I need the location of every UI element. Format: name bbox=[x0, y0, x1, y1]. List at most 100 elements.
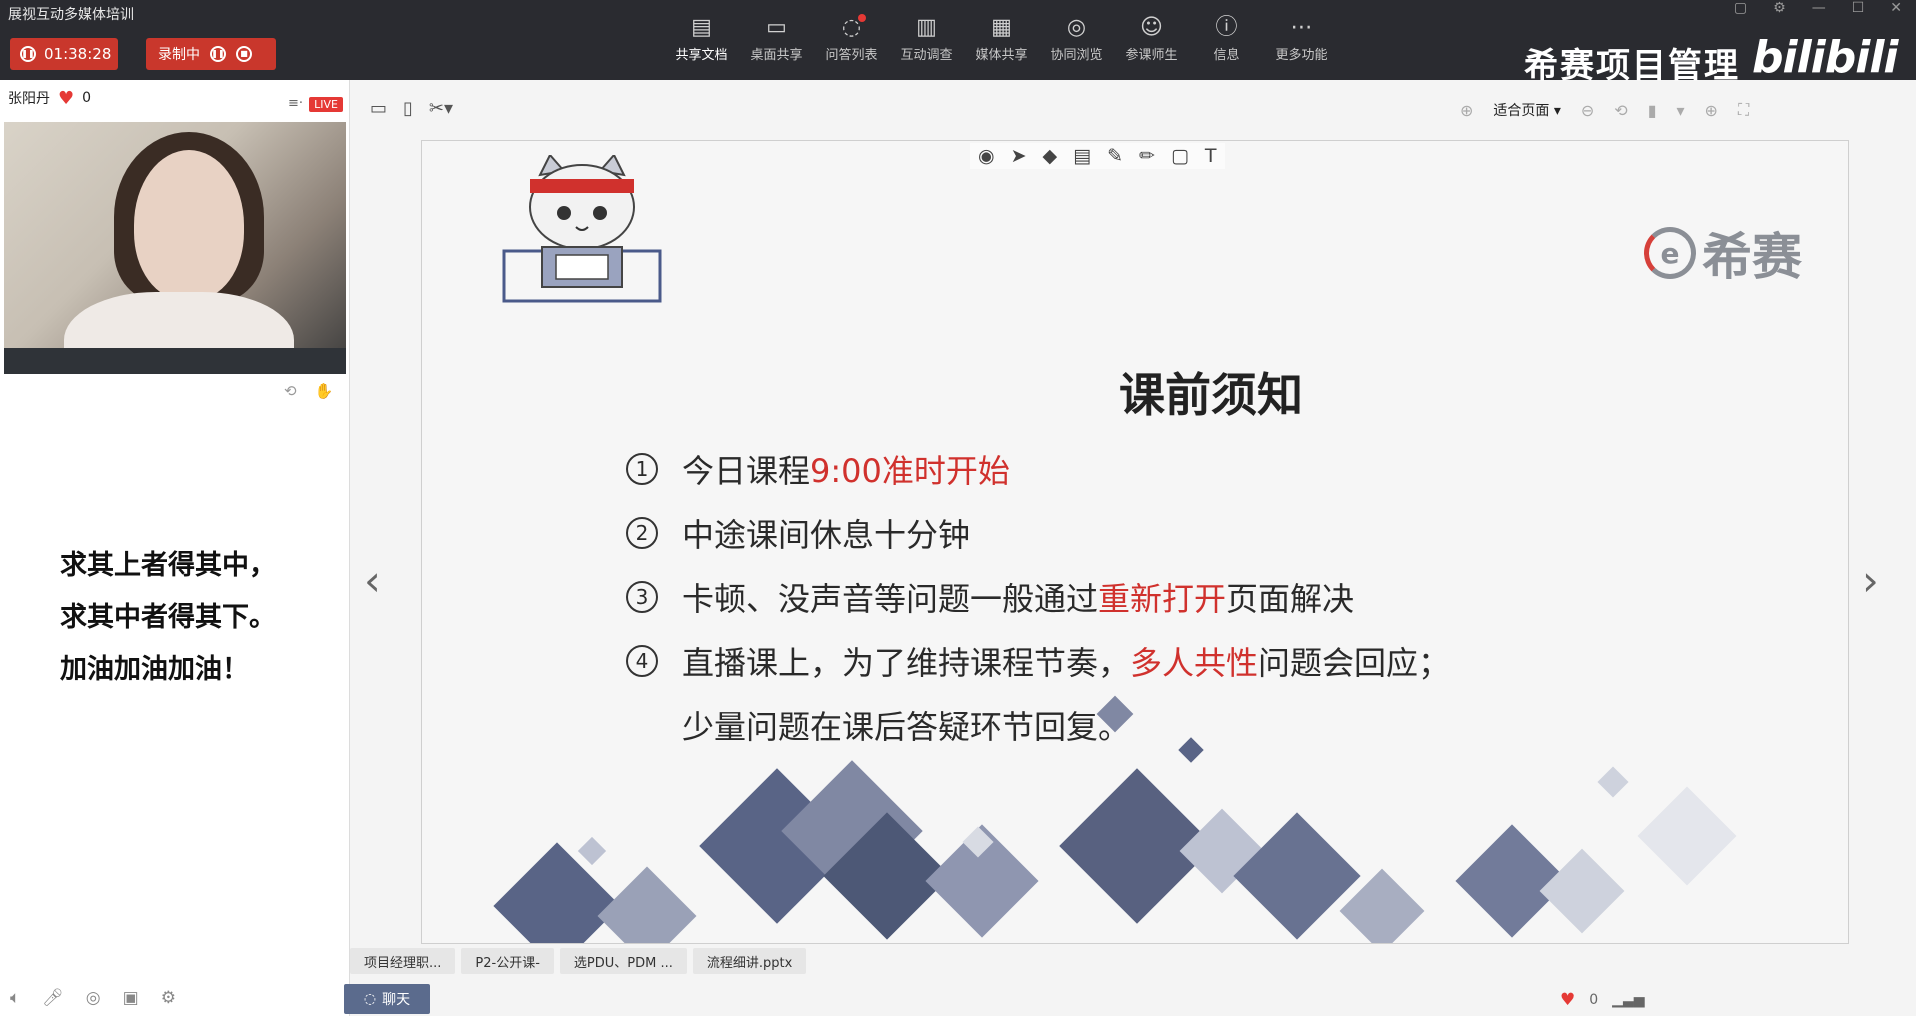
timer-button[interactable]: ❚❚ 01:38:28 bbox=[10, 38, 118, 70]
highlighter-icon[interactable]: ✎ bbox=[1107, 145, 1123, 167]
item-text: 卡顿、没声音等问题一般通过 bbox=[682, 580, 1099, 618]
slide-canvas[interactable]: ◉ ➤ ◆ ▤ ✎ ✏ ▢ T e 希赛 课前须知 1 今日课程 9:00准时开始… bbox=[421, 140, 1849, 944]
list-item: 3 卡顿、没声音等问题一般通过 重新打开 页面解决 bbox=[626, 565, 1450, 629]
motto-line: 求其中者得其下。 bbox=[60, 602, 276, 633]
xisai-logo-icon: e bbox=[1644, 227, 1696, 279]
tool-participants[interactable]: ☺ 参课师生 bbox=[1114, 12, 1189, 63]
item-text-tail: 问题会回应； bbox=[1258, 644, 1451, 682]
xisai-logo: e 希赛 bbox=[1644, 217, 1802, 289]
minimize-icon[interactable]: — bbox=[1812, 0, 1826, 16]
media-controls: 🔈︎ 🎤︎ ◎ ▣ ⚙ bbox=[10, 988, 176, 1008]
list-item: 2 中途课间休息十分钟 bbox=[626, 501, 1450, 565]
motto-line: 加油加油加油！ bbox=[60, 654, 249, 685]
motto-text: 求其上者得其中， 求其中者得其下。 加油加油加油！ bbox=[60, 540, 276, 696]
scissors-icon[interactable]: ✂▾ bbox=[429, 98, 453, 119]
tool-media-share[interactable]: ▦ 媒体共享 bbox=[964, 12, 1039, 63]
prev-page-arrow[interactable]: ‹ bbox=[364, 556, 381, 605]
main-toolbar: ▤ 共享文档 ▭ 桌面共享 ◌ 问答列表 ▥ 互动调查 ▦ 媒体共享 ◎ 协同浏… bbox=[664, 12, 1339, 63]
top-bar: 展视互动多媒体培训 ❚❚ 01:38:28 录制中 ❚❚ ■ ▤ 共享文档 ▭ … bbox=[0, 0, 1916, 86]
settings-gear-icon[interactable]: ⚙ bbox=[161, 988, 176, 1008]
app-title: 展视互动多媒体培训 bbox=[8, 7, 134, 23]
file-tab[interactable]: P2-公开课- bbox=[461, 948, 554, 974]
fit-label: 适合页面 bbox=[1493, 103, 1550, 119]
add-icon[interactable]: ⊕ bbox=[1460, 101, 1473, 120]
tool-label: 信息 bbox=[1213, 48, 1240, 63]
settings-icon[interactable]: ⚙ bbox=[1773, 0, 1786, 16]
skin-icon[interactable]: ▢ bbox=[1734, 0, 1747, 16]
chat-label: 聊天 bbox=[382, 992, 411, 1008]
tool-qa-list[interactable]: ◌ 问答列表 bbox=[814, 12, 889, 63]
cat-mascot-image bbox=[502, 155, 662, 303]
item-number: 3 bbox=[626, 581, 658, 613]
tool-label: 问答列表 bbox=[825, 48, 878, 63]
dropdown-icon[interactable]: ▾ bbox=[1677, 101, 1685, 120]
tool-co-browse[interactable]: ◎ 协同浏览 bbox=[1039, 12, 1114, 63]
bottom-likes: 0 bbox=[1589, 992, 1599, 1008]
brand-watermark: 希赛项目管理 bbox=[1524, 46, 1740, 86]
rotate-icon[interactable]: ⟲ bbox=[1614, 101, 1627, 120]
item-number: 4 bbox=[626, 645, 658, 677]
camera-switch-icon[interactable]: ⟲ bbox=[284, 382, 297, 400]
close-icon[interactable]: ✕ bbox=[1890, 0, 1902, 16]
file-tab[interactable]: 选PDU、PDM ... bbox=[559, 948, 687, 974]
pointer-icon[interactable]: ▮ bbox=[1648, 101, 1657, 120]
hand-icon[interactable]: ✋ bbox=[315, 382, 334, 400]
file-tab[interactable]: 项目经理职... bbox=[350, 948, 456, 974]
file-tab[interactable]: 流程细讲.pptx bbox=[692, 948, 807, 974]
notification-dot bbox=[858, 14, 866, 22]
pen-icon[interactable]: ✏ bbox=[1139, 145, 1155, 167]
tool-label: 协同浏览 bbox=[1050, 48, 1103, 63]
tool-info[interactable]: ⓘ 信息 bbox=[1189, 12, 1264, 63]
tool-shared-docs[interactable]: ▤ 共享文档 bbox=[664, 12, 739, 63]
presenter-name: 张阳丹 bbox=[8, 91, 50, 107]
annotation-toolbar: ◉ ➤ ◆ ▤ ✎ ✏ ▢ T bbox=[970, 143, 1225, 169]
motto-line: 求其上者得其中， bbox=[60, 550, 276, 581]
timer-value: 01:38:28 bbox=[44, 45, 112, 63]
microphone-icon[interactable]: 🎤︎ bbox=[42, 988, 64, 1008]
info-icon: ⓘ bbox=[1215, 15, 1238, 40]
next-page-arrow[interactable]: › bbox=[1862, 556, 1879, 605]
zoom-in-icon[interactable]: ⊕ bbox=[1705, 101, 1718, 120]
document-icon: ▤ bbox=[691, 15, 712, 40]
presenter-likes: 0 bbox=[82, 90, 92, 106]
heart-icon[interactable]: ♥ bbox=[1560, 990, 1575, 1010]
heart-icon[interactable]: ♥ bbox=[58, 88, 74, 109]
list-item: 4 直播课上，为了维持课程节奏， 多人共性 问题会回应； bbox=[626, 629, 1450, 693]
item-text-tail: 页面解决 bbox=[1226, 580, 1355, 618]
pause-record-icon[interactable]: ❚❚ bbox=[210, 46, 226, 62]
bar-chart-icon: ▥ bbox=[916, 15, 937, 40]
rectangle-icon[interactable]: ▢ bbox=[1171, 145, 1189, 167]
laser-icon[interactable]: ◉ bbox=[978, 145, 995, 167]
slide-toolbar: ▭ ▯ ✂▾ ⊕ 适合页面 ▾ ⊖ ⟲ ▮ ▾ ⊕ ⛶ bbox=[360, 92, 1916, 128]
live-badge: LIVE bbox=[309, 97, 343, 112]
eraser-icon[interactable]: ◆ bbox=[1043, 145, 1058, 167]
presenter-video bbox=[4, 122, 346, 374]
file-icon[interactable]: ▯ bbox=[403, 98, 413, 119]
recording-button[interactable]: 录制中 ❚❚ ■ bbox=[146, 38, 276, 70]
maximize-icon[interactable]: ☐ bbox=[1852, 0, 1865, 16]
tool-more[interactable]: ⋯ 更多功能 bbox=[1264, 12, 1339, 63]
pointer-arrow-icon[interactable]: ➤ bbox=[1011, 145, 1027, 167]
chat-button[interactable]: ◌ 聊天 bbox=[344, 984, 430, 1014]
notice-list: 1 今日课程 9:00准时开始 2 中途课间休息十分钟 3 卡顿、没声音等问题一般… bbox=[626, 437, 1450, 757]
share-screen-icon[interactable]: ▣ bbox=[123, 988, 139, 1008]
text-tool-icon[interactable]: T bbox=[1205, 145, 1217, 167]
menu-icon[interactable]: ≡· bbox=[288, 96, 303, 111]
item-highlight: 多人共性 bbox=[1130, 644, 1259, 682]
item-number: 1 bbox=[626, 453, 658, 485]
view-tools: ⊕ 适合页面 ▾ ⊖ ⟲ ▮ ▾ ⊕ ⛶ bbox=[1460, 100, 1749, 120]
tool-desktop-share[interactable]: ▭ 桌面共享 bbox=[739, 12, 814, 63]
folder-icon[interactable]: ▭ bbox=[370, 98, 387, 119]
zoom-out-icon[interactable]: ⊖ bbox=[1581, 101, 1594, 120]
fullscreen-icon[interactable]: ⛶ bbox=[1738, 100, 1749, 120]
xisai-logo-text: 希赛 bbox=[1702, 228, 1802, 286]
clear-icon[interactable]: ▤ bbox=[1073, 145, 1091, 167]
stop-record-icon[interactable]: ■ bbox=[236, 46, 252, 62]
status-area: ♥ 0 ▁▃▅ bbox=[1560, 990, 1644, 1010]
speaker-icon[interactable]: 🔈︎ bbox=[10, 988, 20, 1008]
list-item-continuation: 少量问题在课后答疑环节回复。 bbox=[682, 708, 1131, 746]
tool-survey[interactable]: ▥ 互动调查 bbox=[889, 12, 964, 63]
fit-page-select[interactable]: 适合页面 ▾ bbox=[1493, 100, 1560, 120]
camera-icon[interactable]: ◎ bbox=[86, 988, 101, 1008]
video-strip bbox=[4, 348, 346, 374]
